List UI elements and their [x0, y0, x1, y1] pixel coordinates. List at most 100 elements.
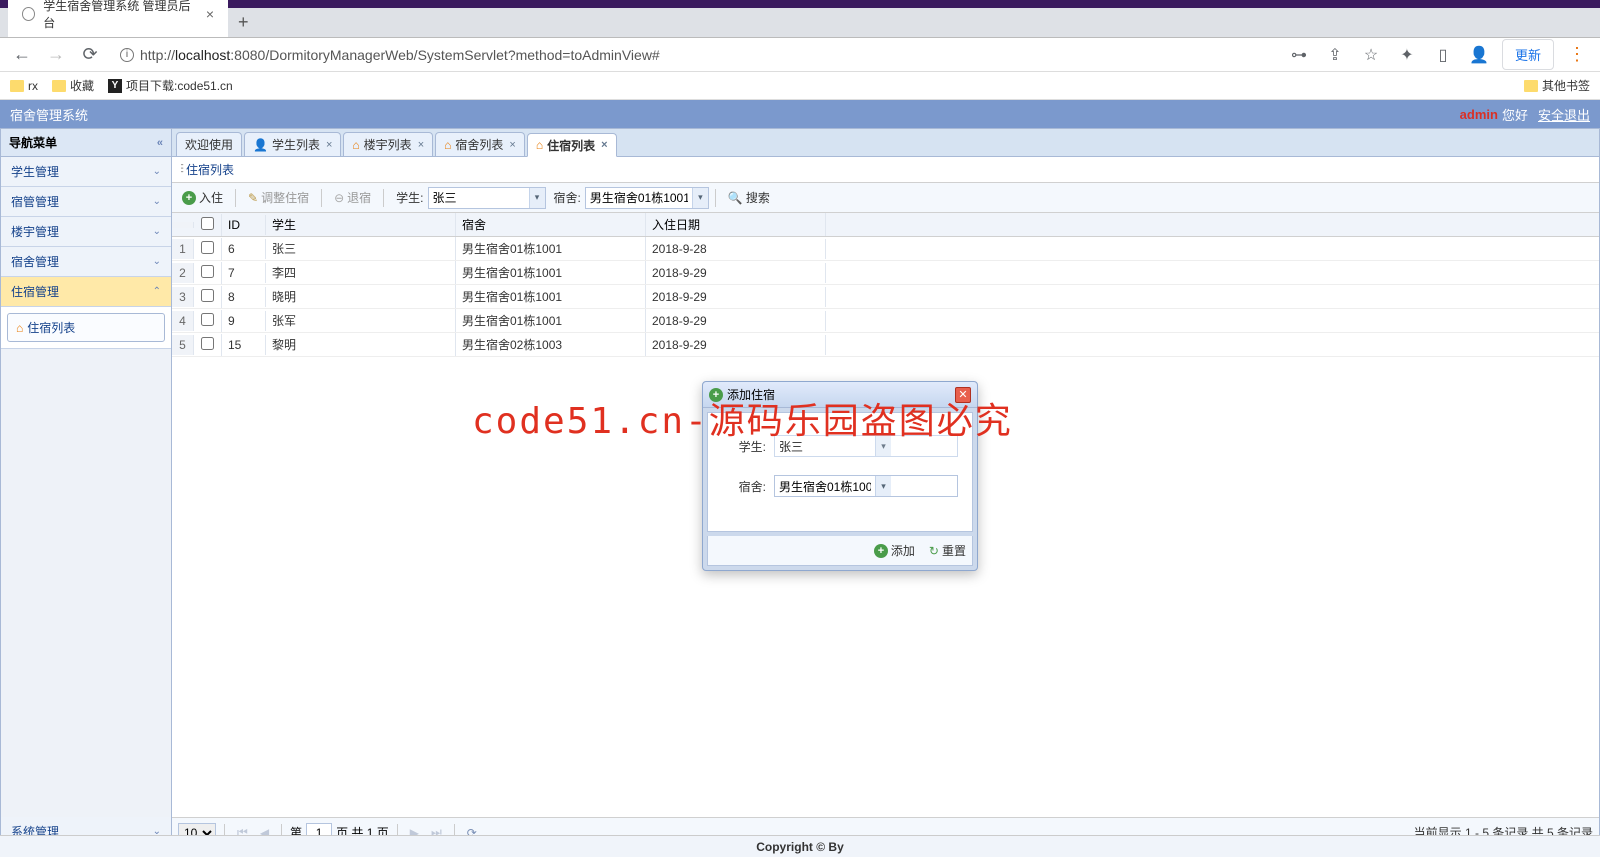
- sidebar-item-student[interactable]: 学生管理⌄: [1, 157, 171, 187]
- student-input[interactable]: [429, 189, 529, 207]
- app-title: 宿舍管理系统: [10, 105, 88, 124]
- browser-tab[interactable]: 学生宿舍管理系统 管理员后台 ×: [8, 0, 228, 37]
- sidebar-item-dormmgr[interactable]: 宿管管理⌄: [1, 187, 171, 217]
- sidebar-subitem-livelist[interactable]: ⌂住宿列表: [7, 313, 165, 342]
- row-checkbox[interactable]: [201, 337, 214, 350]
- pencil-icon: ✎: [248, 191, 258, 205]
- modal-dorm-label: 宿舍:: [722, 478, 766, 495]
- folder-icon: [52, 80, 66, 92]
- dropdown-icon[interactable]: ▾: [875, 476, 891, 496]
- forward-button[interactable]: →: [42, 41, 70, 69]
- tab-students[interactable]: 👤学生列表×: [244, 132, 341, 156]
- close-icon[interactable]: ×: [206, 6, 214, 22]
- bookmark-download[interactable]: Y项目下载:code51.cn: [108, 77, 233, 94]
- modal-close-button[interactable]: ✕: [955, 387, 971, 403]
- bookmark-rx[interactable]: rx: [10, 79, 38, 93]
- sidebar-item-building[interactable]: 楼宇管理⌄: [1, 217, 171, 247]
- refresh-icon: ↻: [929, 544, 939, 558]
- tab-strip: 欢迎使用 👤学生列表× ⌂楼宇列表× ⌂宿舍列表× ⌂住宿列表×: [172, 129, 1599, 157]
- globe-icon: [22, 7, 35, 21]
- col-date[interactable]: 入住日期: [646, 213, 826, 236]
- tab-buildings[interactable]: ⌂楼宇列表×: [343, 132, 433, 156]
- search-button[interactable]: 🔍搜索: [722, 186, 776, 209]
- modal-dorm-combo[interactable]: ▾: [774, 475, 958, 497]
- dorm-combo[interactable]: ▾: [585, 187, 709, 209]
- extensions-icon[interactable]: ✦: [1392, 41, 1422, 69]
- modal-title-text: 添加住宿: [727, 386, 775, 403]
- site-info-icon[interactable]: i: [120, 48, 134, 62]
- close-icon[interactable]: ×: [326, 139, 332, 151]
- chevron-down-icon: ⌄: [153, 196, 161, 207]
- tab-title: 学生宿舍管理系统 管理员后台: [43, 0, 192, 31]
- col-student[interactable]: 学生: [266, 213, 456, 236]
- reload-button[interactable]: ⟳: [76, 41, 104, 69]
- new-tab-button[interactable]: +: [228, 8, 259, 37]
- student-label: 学生:: [396, 189, 423, 206]
- row-checkbox[interactable]: [201, 265, 214, 278]
- browser-menu-icon[interactable]: ⋮: [1562, 41, 1592, 69]
- chevron-down-icon: ⌄: [153, 226, 161, 237]
- adjust-button[interactable]: ✎调整住宿: [242, 186, 315, 209]
- modal-dorm-input[interactable]: [775, 477, 875, 495]
- chevron-down-icon: ⌄: [153, 256, 161, 267]
- back-button[interactable]: ←: [8, 41, 36, 69]
- bookmark-fav[interactable]: 收藏: [52, 77, 94, 94]
- dropdown-icon[interactable]: ▾: [529, 188, 545, 208]
- table-row[interactable]: 27李四男生宿舍01栋10012018-9-29: [172, 261, 1599, 285]
- admin-name: admin: [1460, 107, 1498, 122]
- dropdown-icon[interactable]: ▾: [692, 188, 708, 208]
- chevron-down-icon: ⌄: [153, 166, 161, 177]
- modal-add-button[interactable]: +添加: [874, 542, 915, 559]
- row-checkbox[interactable]: [201, 289, 214, 302]
- grid-header: ID 学生 宿舍 入住日期: [172, 213, 1599, 237]
- dropdown-icon[interactable]: ▾: [875, 436, 891, 456]
- table-row[interactable]: 16张三男生宿舍01栋10012018-9-28: [172, 237, 1599, 261]
- profile-icon[interactable]: 👤: [1464, 41, 1494, 69]
- bookmark-star-icon[interactable]: ☆: [1356, 41, 1386, 69]
- key-icon[interactable]: ⊶: [1284, 41, 1314, 69]
- sidebar-item-live[interactable]: 住宿管理⌃: [1, 277, 171, 307]
- close-icon[interactable]: ×: [509, 139, 515, 151]
- checkin-button[interactable]: +入住: [176, 186, 229, 209]
- table-row[interactable]: 38晓明男生宿舍01栋10012018-9-29: [172, 285, 1599, 309]
- student-combo[interactable]: ▾: [428, 187, 546, 209]
- modal-titlebar[interactable]: + 添加住宿 ✕: [703, 382, 977, 408]
- user-icon: 👤: [253, 138, 268, 152]
- home-icon: ⌂: [536, 138, 543, 152]
- browser-update-button[interactable]: 更新: [1502, 39, 1554, 70]
- row-checkbox[interactable]: [201, 313, 214, 326]
- plus-icon: +: [709, 388, 723, 402]
- folder-icon: [10, 80, 24, 92]
- modal-student-combo[interactable]: ▾: [774, 435, 958, 457]
- sidebar-item-dorm[interactable]: 宿舍管理⌄: [1, 247, 171, 277]
- collapse-icon[interactable]: «: [157, 137, 163, 149]
- greeting: 您好: [1502, 105, 1528, 124]
- url-field[interactable]: i http://localhost:8080/DormitoryManager…: [110, 43, 1278, 67]
- select-all-checkbox[interactable]: [201, 217, 214, 230]
- logout-link[interactable]: 安全退出: [1538, 105, 1590, 124]
- tab-welcome[interactable]: 欢迎使用: [176, 132, 242, 156]
- row-checkbox[interactable]: [201, 241, 214, 254]
- col-dorm[interactable]: 宿舍: [456, 213, 646, 236]
- dorm-input[interactable]: [586, 189, 692, 207]
- sidebar-header[interactable]: 导航菜单 «: [1, 129, 171, 157]
- table-row[interactable]: 515黎明男生宿舍02栋10032018-9-29: [172, 333, 1599, 357]
- grip-icon: ⫶⫶: [180, 162, 182, 177]
- tab-live[interactable]: ⌂住宿列表×: [527, 133, 617, 157]
- tab-dorms[interactable]: ⌂宿舍列表×: [435, 132, 525, 156]
- checkout-button[interactable]: ⊖退宿: [328, 186, 377, 209]
- bookmarks-bar: rx 收藏 Y项目下载:code51.cn 其他书签: [0, 72, 1600, 100]
- page-footer: Copyright © By: [0, 835, 1600, 857]
- close-icon[interactable]: ×: [601, 139, 607, 151]
- modal-reset-button[interactable]: ↻重置: [929, 542, 966, 559]
- add-live-modal: + 添加住宿 ✕ 学生: ▾ 宿舍: ▾ +添加 ↻重置: [702, 381, 978, 571]
- share-icon[interactable]: ⇪: [1320, 41, 1350, 69]
- table-row[interactable]: 49张军男生宿舍01栋10012018-9-29: [172, 309, 1599, 333]
- modal-student-input[interactable]: [775, 437, 875, 455]
- col-id[interactable]: ID: [222, 215, 266, 235]
- bookmark-other[interactable]: 其他书签: [1524, 77, 1590, 94]
- side-panel-icon[interactable]: ▯: [1428, 41, 1458, 69]
- app-header: 宿舍管理系统 admin 您好 安全退出: [0, 100, 1600, 128]
- close-icon[interactable]: ×: [418, 139, 424, 151]
- home-icon: ⌂: [444, 138, 451, 152]
